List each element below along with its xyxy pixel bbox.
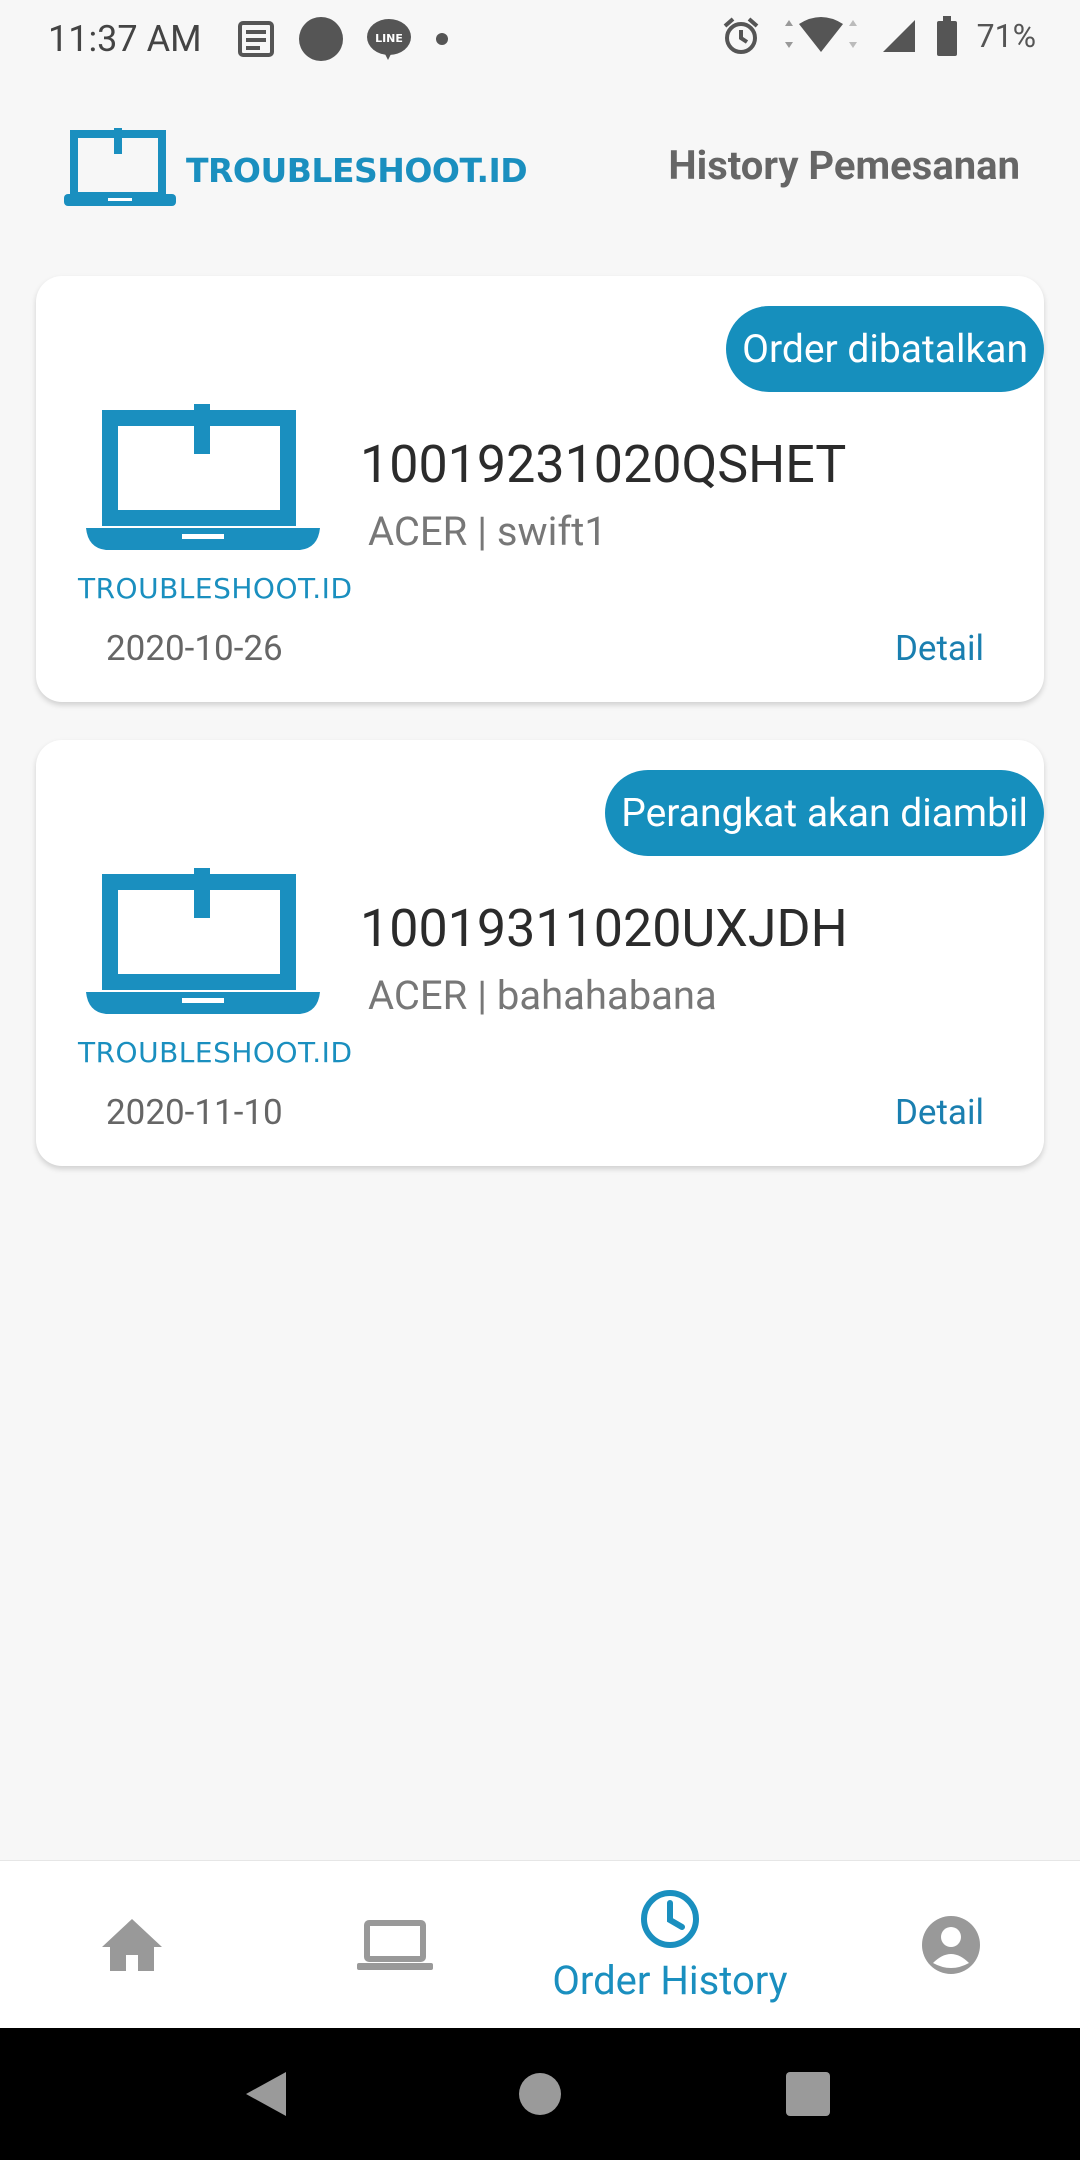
nav-order-history[interactable]: Order History: [540, 1861, 800, 2029]
order-card[interactable]: Perangkat akan diambil TROUBLESHOOT.ID 1…: [36, 740, 1044, 1166]
brand-logo: TROUBLESHOOT.ID: [64, 128, 528, 212]
battery-percentage: 71%: [976, 17, 1036, 55]
laptop-logo-icon: [86, 404, 320, 550]
order-date: 2020-11-10: [106, 1092, 283, 1133]
order-card[interactable]: Order dibatalkan TROUBLESHOOT.ID 1001923…: [36, 276, 1044, 702]
brand-name: TROUBLESHOOT.ID: [186, 150, 528, 190]
detail-link[interactable]: Detail: [895, 628, 984, 669]
order-id: 10019231020QSHET: [360, 434, 847, 495]
order-date: 2020-10-26: [106, 628, 283, 669]
dot-icon: [436, 33, 448, 45]
status-badge: Perangkat akan diambil: [605, 770, 1044, 856]
card-brand-name: TROUBLESHOOT.ID: [78, 1036, 353, 1069]
recents-icon[interactable]: [786, 2072, 830, 2116]
page-title: History Pemesanan: [668, 142, 1020, 189]
system-icons: 71%: [721, 16, 1036, 56]
laptop-logo-icon: [64, 128, 176, 206]
news-icon: [238, 21, 274, 57]
back-icon[interactable]: [244, 2070, 288, 2118]
status-time: 11:37 AM: [48, 18, 202, 60]
home-icon: [102, 1919, 162, 1971]
laptop-icon: [357, 1920, 433, 1970]
detail-link[interactable]: Detail: [895, 1092, 984, 1133]
bottom-navigation: Order History: [0, 1860, 1080, 2029]
account-icon: [922, 1916, 980, 1974]
device-info: ACER | bahahabana: [368, 972, 717, 1019]
signal-icon: [882, 20, 915, 52]
line-app-icon: LINE: [367, 19, 411, 60]
battery-icon: [936, 16, 957, 56]
wifi-icon: [784, 17, 857, 52]
app-header: TROUBLESHOOT.ID History Pemesanan: [0, 110, 1080, 230]
system-navigation-bar: [0, 2028, 1080, 2160]
nav-home[interactable]: [92, 1861, 172, 2029]
nav-account[interactable]: [918, 1861, 984, 2029]
device-info: ACER | swift1: [368, 508, 607, 555]
nav-order-history-label: Order History: [552, 1956, 788, 2004]
status-badge: Order dibatalkan: [726, 306, 1044, 392]
card-brand-name: TROUBLESHOOT.ID: [78, 572, 353, 605]
circle-notification-icon: [299, 17, 343, 61]
order-id: 10019311020UXJDH: [360, 898, 848, 959]
nav-devices[interactable]: [350, 1861, 440, 2029]
status-bar: 11:37 AM LINE 71%: [0, 0, 1080, 80]
laptop-logo-icon: [86, 868, 320, 1014]
alarm-icon: [723, 17, 758, 54]
home-button-icon[interactable]: [518, 2072, 562, 2116]
svg-text:LINE: LINE: [375, 32, 403, 45]
notification-icons: LINE: [236, 16, 450, 62]
clock-icon: [641, 1889, 699, 1948]
